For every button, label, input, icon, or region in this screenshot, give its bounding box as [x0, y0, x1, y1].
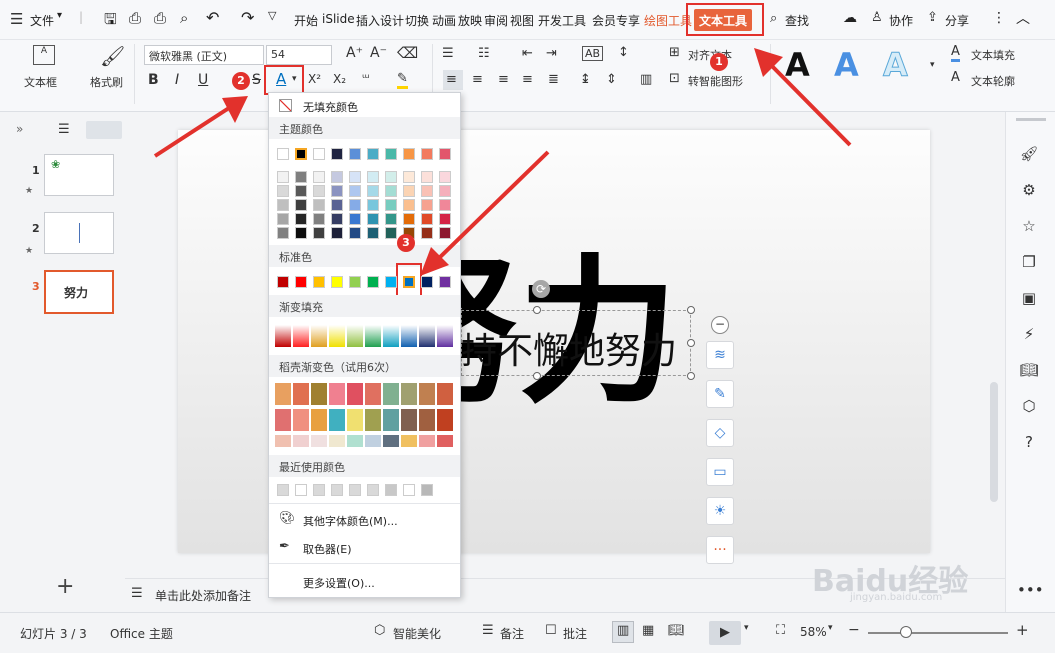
notes-toggle-icon[interactable]: ☰ — [482, 623, 494, 638]
zoom-out-icon[interactable]: − — [848, 622, 860, 638]
fit-icon[interactable]: ⛶ — [776, 623, 785, 638]
theme-name[interactable]: Office 主题 — [110, 625, 173, 642]
zoom-slider[interactable] — [868, 632, 1008, 634]
zoom-dropdown-icon[interactable]: ▾ — [828, 623, 833, 633]
sorter-view-icon[interactable]: ▦ — [642, 623, 654, 638]
beautify-icon[interactable]: ⬡ — [374, 623, 385, 638]
beautify-button[interactable]: 智能美化 — [393, 625, 441, 642]
zoom-in-icon[interactable]: + — [1016, 621, 1029, 639]
play-dropdown-icon[interactable]: ▾ — [744, 623, 749, 633]
comment-icon[interactable]: ☐ — [545, 623, 557, 638]
arrow-2 — [153, 104, 234, 158]
play-button[interactable]: ▶ — [709, 621, 741, 645]
arrow-3 — [433, 150, 550, 264]
zoom-level[interactable]: 58% — [800, 625, 827, 639]
normal-view-icon: ▥ — [617, 623, 630, 638]
notes-toggle[interactable]: 备注 — [500, 625, 524, 642]
annotation-arrows — [153, 48, 852, 276]
reading-view-icon[interactable]: 📖︎ — [668, 623, 685, 638]
comment-toggle[interactable]: 批注 — [563, 625, 587, 642]
arrow-1 — [766, 60, 852, 147]
status-bar: 幻灯片 3 / 3 Office 主题 ⬡ 智能美化 ☰ 备注 ☐ 批注 ▥ ▦… — [0, 612, 1055, 653]
slide-count: 幻灯片 3 / 3 — [20, 627, 87, 641]
zoom-slider-thumb[interactable] — [900, 626, 912, 638]
